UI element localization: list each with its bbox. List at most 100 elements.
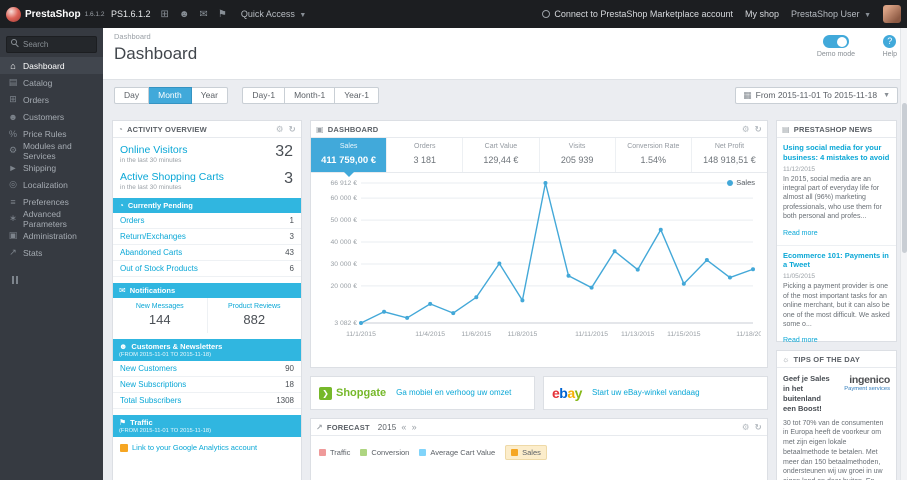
sidebar-item-localization[interactable]: ◎ Localization	[0, 176, 103, 193]
date-range-picker[interactable]: ▦ From 2015-11-01 To 2015-11-18 ▼	[735, 87, 898, 104]
cart-icon[interactable]: ⊞	[161, 9, 169, 20]
sidebar-item-stats[interactable]: ↗ Stats	[0, 244, 103, 261]
help-label: Help	[882, 51, 897, 58]
search-input[interactable]	[6, 36, 97, 53]
total-subscribers-link[interactable]: Total Subscribers	[120, 396, 181, 405]
sales-swatch-icon	[511, 449, 519, 456]
refresh-icon[interactable]: ↻	[755, 124, 762, 135]
vertical-scrollbar[interactable]	[900, 28, 907, 480]
out-of-stock-link[interactable]: Out of Stock Products	[120, 264, 198, 273]
forecast-metric-sales[interactable]: Sales	[505, 445, 547, 460]
forecast-metric-average-cart-value[interactable]: Average Cart Value	[419, 448, 495, 457]
returns-link[interactable]: Return/Exchanges	[120, 232, 186, 241]
user-menu[interactable]: PrestaShop User ▼	[791, 9, 871, 19]
sidebar-search	[6, 34, 97, 53]
read-more-link[interactable]: Read more	[783, 337, 818, 344]
table-row: Orders 1	[113, 213, 301, 229]
ebay-link[interactable]: Start uw eBay-winkel vandaag	[592, 388, 700, 398]
price-rules-icon: %	[8, 128, 17, 139]
date-range-label: From 2015-11-01 To 2015-11-18	[755, 90, 878, 100]
sidebar-item-catalog[interactable]: ▤ Catalog	[0, 74, 103, 91]
range-year-button[interactable]: Year	[191, 87, 228, 104]
globe-icon: ◎	[9, 179, 17, 189]
customers-shortcut-icon[interactable]: ☻	[179, 9, 190, 20]
chart-legend[interactable]: Sales	[727, 178, 755, 187]
kpi-orders[interactable]: Orders 3 181	[387, 138, 464, 172]
kpi-sales[interactable]: Sales 411 759,00 €	[311, 138, 388, 177]
product-reviews-cell[interactable]: Product Reviews 882	[206, 298, 302, 333]
active-carts-link[interactable]: Active Shopping Carts	[120, 171, 294, 183]
demo-mode-toggle[interactable]	[822, 35, 849, 48]
shop-name-link[interactable]: PS1.6.1.2	[111, 9, 151, 19]
sidebar-item-dashboard[interactable]: ⌂ Dashboard	[0, 57, 103, 74]
mail-icon[interactable]: ✉	[199, 9, 207, 20]
scrollbar-thumb[interactable]	[902, 103, 907, 253]
table-row: Total Subscribers 1308	[113, 393, 301, 409]
ebay-module-card: ebay Start uw eBay-winkel vandaag	[543, 376, 768, 410]
activity-panel-title: ACTIVITY OVERVIEW	[127, 124, 207, 134]
read-more-link[interactable]: Read more	[783, 230, 818, 237]
kpi-visits[interactable]: Visits 205 939	[540, 138, 616, 172]
forecast-metric-conversion[interactable]: Conversion	[360, 448, 409, 457]
quick-access-menu[interactable]: Quick Access ▼	[241, 9, 306, 19]
range-month-button[interactable]: Month	[149, 87, 192, 104]
sidebar-item-label: Advanced Parameters	[23, 208, 67, 229]
new-subscriptions-link[interactable]: New Subscriptions	[120, 380, 186, 389]
avatar[interactable]	[883, 5, 901, 23]
abandoned-carts-link[interactable]: Abandoned Carts	[120, 248, 182, 257]
sidebar-item-orders[interactable]: ⊞ Orders	[0, 91, 103, 108]
range-day-button[interactable]: Day	[114, 87, 150, 104]
new-customers-link[interactable]: New Customers	[120, 364, 177, 373]
shopgate-name: Shopgate	[336, 387, 387, 399]
search-icon	[11, 39, 17, 45]
kpi-cart-value[interactable]: Cart Value 129,44 €	[463, 138, 540, 172]
new-messages-cell[interactable]: New Messages 144	[113, 298, 207, 333]
sidebar-collapse-button[interactable]	[0, 261, 103, 289]
refresh-icon[interactable]: ↻	[289, 124, 296, 135]
kpi-conversion-rate[interactable]: Conversion Rate 1.54%	[616, 138, 692, 172]
sidebar-item-shipping[interactable]: ► Shipping	[0, 159, 103, 176]
my-shop-link[interactable]: My shop	[745, 9, 779, 19]
abandoned-carts-value: 43	[285, 248, 294, 257]
forecast-metric-traffic[interactable]: Traffic	[319, 448, 350, 457]
list-item: Using social media for your business: 4 …	[777, 138, 896, 245]
sidebar-item-preferences[interactable]: ≡ Preferences	[0, 193, 103, 210]
shopgate-link[interactable]: Ga mobiel en verhoog uw omzet	[396, 388, 511, 398]
refresh-icon[interactable]: ↻	[755, 422, 762, 433]
sidebar-item-administration[interactable]: ▣ Administration	[0, 227, 103, 244]
gear-icon[interactable]: ⚙	[276, 124, 284, 135]
sidebar-item-modules[interactable]: ⚙ Modules and Services	[0, 141, 103, 161]
sidebar-item-price-rules[interactable]: % Price Rules	[0, 125, 103, 142]
online-visitors-link[interactable]: Online Visitors	[120, 144, 294, 156]
traffic-header: ⚑ Traffic (FROM 2015-11-01 TO 2015-11-18…	[113, 415, 301, 437]
range-month-1-button[interactable]: Month-1	[285, 87, 336, 104]
product-reviews-label: Product Reviews	[227, 303, 281, 310]
marketplace-connect-link[interactable]: Connect to PrestaShop Marketplace accoun…	[542, 9, 733, 19]
news-article-link[interactable]: Ecommerce 101: Payments in a Tweet	[783, 251, 890, 271]
next-year-button[interactable]: »	[412, 422, 417, 432]
range-year-1-button[interactable]: Year-1	[335, 87, 379, 104]
tips-heading: Geef je Sales in het buitenland een Boos…	[783, 374, 830, 414]
online-visitors-stat: Online Visitors 32 in the last 30 minute…	[113, 138, 301, 165]
kpi-net-profit[interactable]: Net Profit 148 918,51 €	[692, 138, 767, 172]
kpi-value: 411 759,00 €	[321, 155, 377, 166]
gear-icon[interactable]: ⚙	[742, 124, 750, 135]
google-analytics-link[interactable]: Link to your Google Analytics account	[113, 437, 301, 458]
gauge-icon: ▣	[316, 124, 324, 134]
traffic-title: Traffic	[130, 418, 153, 427]
help-icon[interactable]: ?	[883, 35, 897, 48]
marketplace-icon	[542, 10, 551, 18]
svg-text:20 000 €: 20 000 €	[331, 283, 358, 290]
sidebar-item-advanced-parameters[interactable]: ∗ Advanced Parameters	[0, 208, 103, 229]
range-day-1-button[interactable]: Day-1	[242, 87, 286, 104]
user-menu-label: PrestaShop User	[791, 9, 860, 19]
pending-orders-link[interactable]: Orders	[120, 216, 144, 225]
active-carts-subtitle: in the last 30 minutes	[120, 184, 182, 191]
previous-year-button[interactable]: «	[401, 422, 406, 432]
kpi-label: Net Profit	[714, 143, 745, 150]
flag-icon[interactable]: ⚑	[218, 9, 227, 20]
gear-icon[interactable]: ⚙	[742, 422, 750, 433]
prestashop-brand[interactable]: PrestaShop 1.6.1.2	[0, 6, 104, 22]
news-article-link[interactable]: Using social media for your business: 4 …	[783, 143, 890, 163]
sidebar-item-customers[interactable]: ☻ Customers	[0, 108, 103, 125]
